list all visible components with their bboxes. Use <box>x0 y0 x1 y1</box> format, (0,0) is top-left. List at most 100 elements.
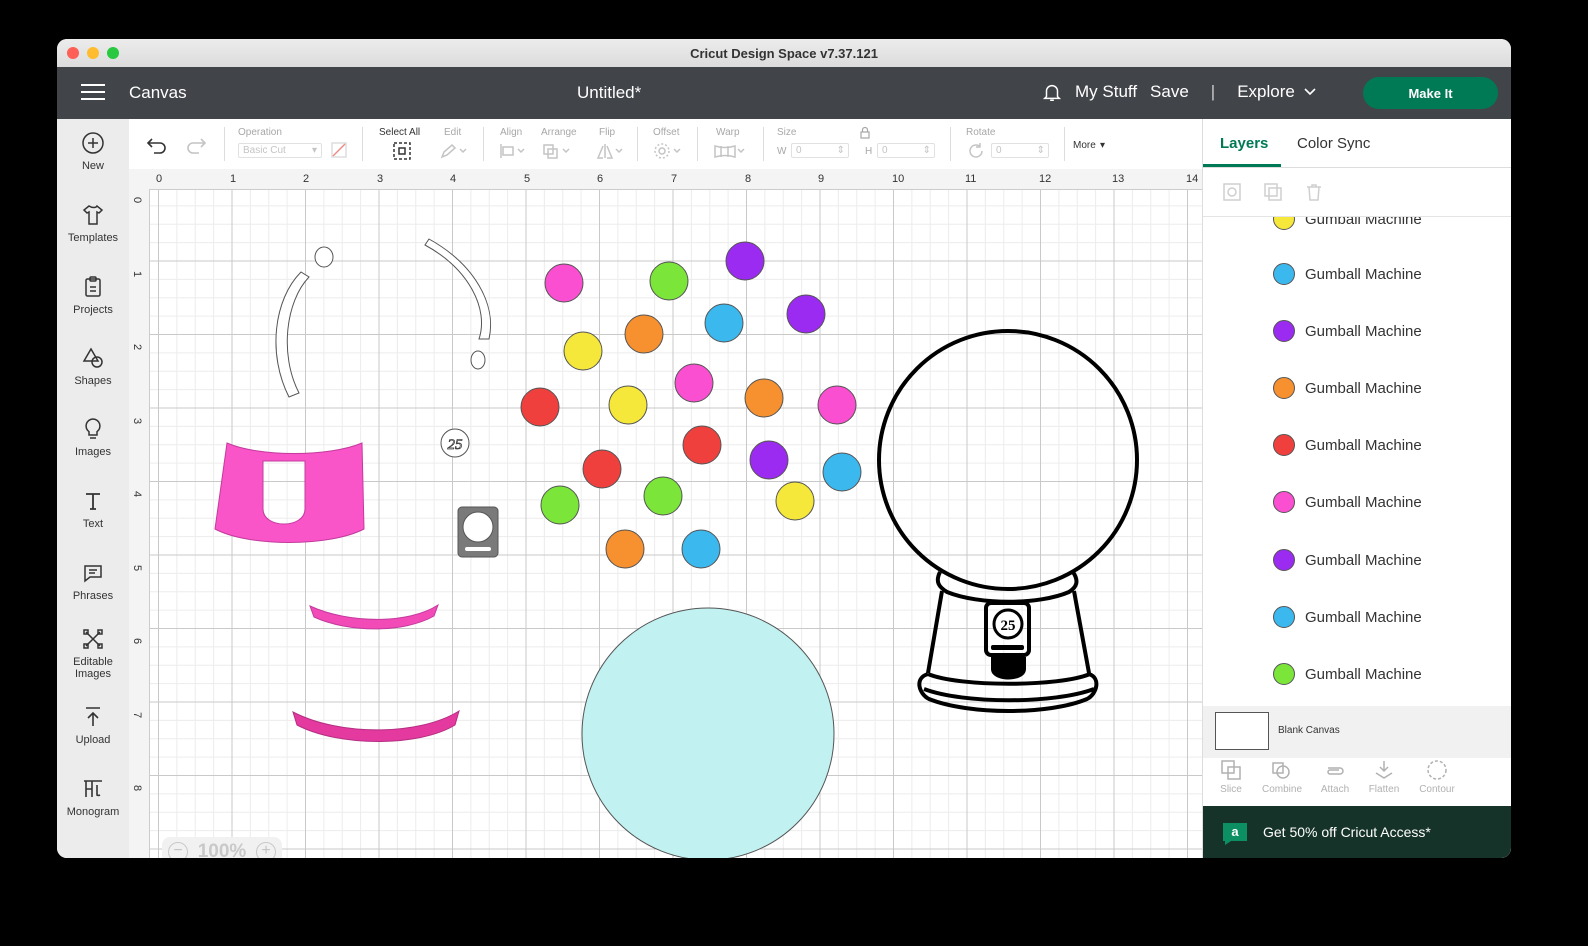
chevron-down-icon[interactable] <box>1303 85 1317 99</box>
gumball-blue[interactable] <box>681 529 721 569</box>
pink-stripe-large[interactable] <box>292 709 460 742</box>
warp-icon[interactable] <box>713 143 747 159</box>
gumball-pink[interactable] <box>817 385 857 425</box>
sidebar-item-projects[interactable]: Projects <box>57 275 129 316</box>
sidebar-item-images[interactable]: Images <box>57 417 129 458</box>
flip-icon[interactable] <box>595 142 625 160</box>
layer-name: Gumball Machine <box>1305 265 1422 283</box>
minimize-window-button[interactable] <box>87 47 99 59</box>
sidebar-item-monogram[interactable]: Monogram <box>57 777 129 818</box>
stepper-icon[interactable]: ⇕ <box>837 144 845 157</box>
machine-base-pink[interactable] <box>214 442 365 543</box>
edit-pencil-icon[interactable] <box>440 143 468 159</box>
gumball-blue[interactable] <box>704 303 744 343</box>
gumball-red[interactable] <box>520 387 560 427</box>
operation-select[interactable]: Basic Cut ▾ <box>238 143 322 158</box>
redo-icon[interactable] <box>185 136 207 154</box>
gumball-orange[interactable] <box>744 378 784 418</box>
undo-icon[interactable] <box>146 136 168 154</box>
gumball-green[interactable] <box>649 261 689 301</box>
tab-color-sync[interactable]: Color Sync <box>1297 135 1370 152</box>
delete-icon[interactable] <box>1304 182 1324 202</box>
more-menu[interactable]: More <box>1073 140 1096 151</box>
gumball-purple[interactable] <box>749 440 789 480</box>
gumball-red[interactable] <box>682 425 722 465</box>
arrange-icon[interactable] <box>542 143 572 159</box>
layer-row[interactable]: Gumball Machine <box>1273 490 1422 514</box>
gumball-purple[interactable] <box>786 294 826 334</box>
sidebar-item-shapes[interactable]: Shapes <box>57 346 129 387</box>
zoom-window-button[interactable] <box>107 47 119 59</box>
layer-row[interactable]: Gumball Machine <box>1273 605 1422 629</box>
save-button[interactable]: Save <box>1150 82 1189 102</box>
group-icon[interactable] <box>1222 182 1242 202</box>
highlight-dot-bottom[interactable] <box>470 350 486 370</box>
gumball-green[interactable] <box>643 476 683 516</box>
globe-highlight-left[interactable] <box>275 271 310 398</box>
my-stuff-link[interactable]: My Stuff <box>1075 82 1137 102</box>
sidebar-item-editable-images[interactable]: Editable Images <box>57 627 129 680</box>
pen-slash-icon[interactable] <box>330 141 348 159</box>
bell-icon[interactable] <box>1041 81 1063 103</box>
layer-row[interactable]: Gumball Machine <box>1273 376 1422 400</box>
stepper-icon[interactable]: ⇕ <box>923 144 931 157</box>
make-it-button[interactable]: Make It <box>1363 77 1498 109</box>
layer-row[interactable]: Gumball Machine <box>1273 548 1422 572</box>
stepper-icon[interactable]: ⇕ <box>1037 144 1045 157</box>
align-icon[interactable] <box>499 143 527 159</box>
gumball-pink[interactable] <box>544 263 584 303</box>
highlight-dot-top[interactable] <box>314 246 334 268</box>
lock-icon[interactable] <box>860 126 870 139</box>
sidebar-item-new[interactable]: New <box>57 131 129 172</box>
document-title[interactable]: Untitled* <box>577 83 641 103</box>
layer-row[interactable]: Gumball Machine <box>1273 262 1422 286</box>
gumball-green[interactable] <box>540 485 580 525</box>
height-value: 0 <box>882 145 888 156</box>
sidebar-item-templates[interactable]: Templates <box>57 203 129 244</box>
action-label: Combine <box>1261 784 1303 795</box>
combine-button[interactable]: Combine <box>1257 759 1307 795</box>
attach-button[interactable]: Attach <box>1310 759 1360 795</box>
slice-button[interactable]: Slice <box>1206 759 1256 795</box>
close-window-button[interactable] <box>67 47 79 59</box>
explore-menu[interactable]: Explore <box>1237 82 1295 102</box>
rotate-icon[interactable] <box>967 142 985 160</box>
duplicate-icon[interactable] <box>1263 182 1283 202</box>
sidebar-item-phrases[interactable]: Phrases <box>57 561 129 602</box>
zoom-in-button[interactable]: + <box>255 842 276 858</box>
gumball-blue[interactable] <box>822 452 862 492</box>
offset-icon[interactable] <box>653 142 683 160</box>
layer-row[interactable]: Gumball Machine <box>1273 319 1422 343</box>
select-all-icon[interactable] <box>392 141 412 161</box>
gumball-purple[interactable] <box>725 241 765 281</box>
gumball-machine-outline[interactable] <box>877 329 1139 713</box>
gumball-pink[interactable] <box>674 363 714 403</box>
gumball-yellow[interactable] <box>563 331 603 371</box>
gumball-orange[interactable] <box>605 529 645 569</box>
tab-layers[interactable]: Layers <box>1220 135 1268 152</box>
gumball-orange[interactable] <box>624 314 664 354</box>
menu-icon[interactable] <box>81 84 105 102</box>
zoom-out-button[interactable]: − <box>168 842 188 858</box>
blank-canvas-row[interactable]: Blank Canvas <box>1203 706 1511 758</box>
height-input[interactable]: 0 ⇕ <box>877 143 935 158</box>
design-canvas[interactable]: 0 1 2 3 4 5 6 7 8 9 10 11 12 13 14 0 1 2… <box>129 169 1202 858</box>
cricut-access-promo[interactable]: a Get 50% off Cricut Access* <box>1203 806 1511 858</box>
contour-button[interactable]: Contour <box>1412 759 1462 795</box>
sidebar-item-upload[interactable]: Upload <box>57 705 129 746</box>
gumball-red[interactable] <box>582 449 622 489</box>
globe-fill[interactable] <box>581 607 835 858</box>
layer-row[interactable]: Gumball Machine <box>1273 662 1422 686</box>
sidebar-item-text[interactable]: Text <box>57 489 129 530</box>
width-input[interactable]: 0 ⇕ <box>791 143 849 158</box>
gumball-yellow[interactable] <box>608 385 648 425</box>
pink-stripe-small[interactable] <box>309 603 439 630</box>
layer-row[interactable]: Gumball Machine <box>1273 433 1422 457</box>
globe-highlight-right[interactable] <box>424 238 491 340</box>
paperclip-icon <box>1327 767 1344 775</box>
rotate-input[interactable]: 0 ⇕ <box>991 143 1049 158</box>
caret-down-icon[interactable]: ▾ <box>1100 140 1105 151</box>
layer-row[interactable]: Gumball Machine <box>1273 217 1422 231</box>
flatten-button[interactable]: Flatten <box>1359 759 1409 795</box>
gumball-yellow[interactable] <box>775 481 815 521</box>
